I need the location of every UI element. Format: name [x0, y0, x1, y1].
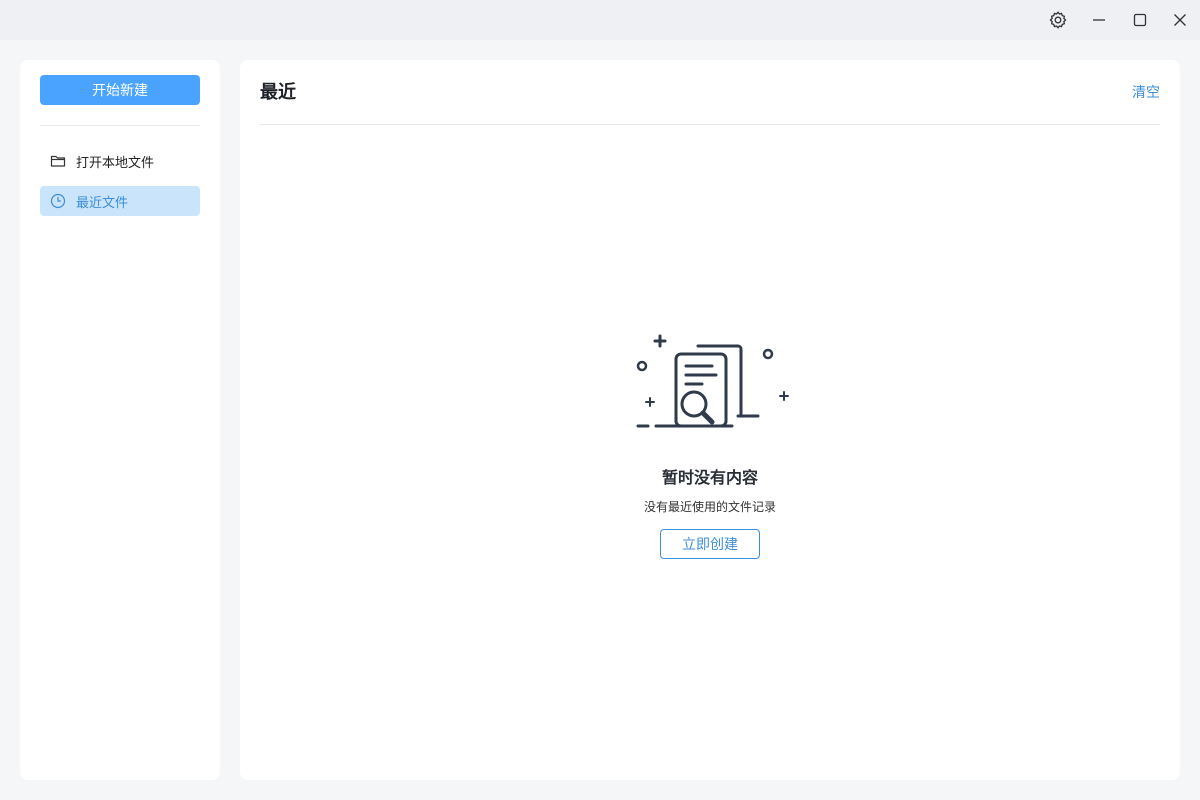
close-button[interactable]: [1160, 0, 1200, 40]
close-icon: [1174, 14, 1186, 26]
maximize-button[interactable]: [1120, 0, 1160, 40]
sidebar-item-label: 最近文件: [76, 195, 129, 211]
clock-icon: [50, 193, 66, 209]
sidebar-item-label: 打开本地文件: [76, 155, 155, 171]
new-button[interactable]: 开始新建: [40, 75, 200, 105]
document-search-illustration-icon: [636, 334, 789, 428]
folder-icon: [50, 153, 66, 169]
sidebar-item-open-local-file[interactable]: 打开本地文件: [40, 146, 200, 176]
sidebar: 开始新建 打开本地文件 最近文件: [20, 60, 220, 780]
minimize-button[interactable]: [1079, 0, 1119, 40]
empty-state: 暂时没有内容 没有最近使用的文件记录 立即创建: [240, 330, 1180, 559]
minimize-icon: [1093, 19, 1105, 21]
main-panel: 最近 清空 暂时没有内容 没有最近使用的文件记录 立即创建: [240, 60, 1180, 780]
empty-title: 暂时没有内容: [661, 468, 758, 487]
create-now-button[interactable]: 立即创建: [660, 529, 760, 559]
settings-button[interactable]: [1038, 0, 1078, 40]
maximize-icon: [1133, 13, 1147, 27]
title-bar: [0, 0, 1200, 40]
clear-button[interactable]: 清空: [1132, 82, 1160, 104]
gear-icon: [1049, 11, 1067, 29]
empty-description: 没有最近使用的文件记录: [643, 500, 776, 514]
sidebar-divider: [40, 125, 200, 126]
page-title: 最近: [260, 82, 296, 103]
sidebar-item-recent-files[interactable]: 最近文件: [40, 186, 200, 216]
header-divider: [260, 124, 1160, 125]
